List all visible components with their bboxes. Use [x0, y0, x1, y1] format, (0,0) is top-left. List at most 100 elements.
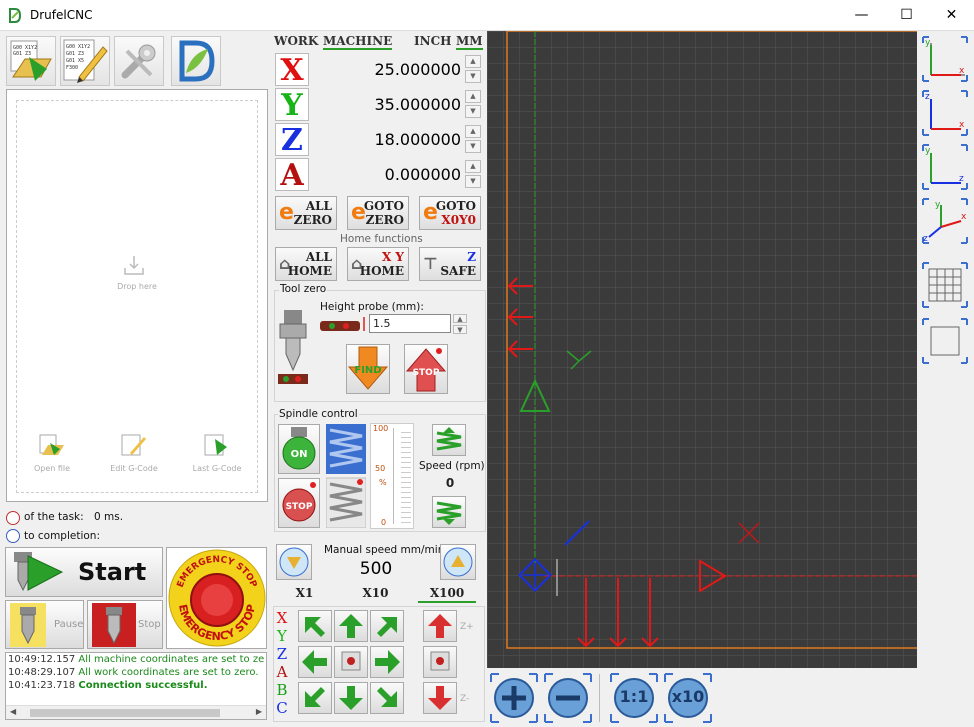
svg-text:x: x [961, 212, 967, 222]
axis-y-up-button[interactable]: ▲ [465, 90, 481, 103]
axis-a-letter[interactable]: A [275, 158, 309, 192]
height-probe-input[interactable]: 1.5 [369, 314, 451, 333]
axis-a-down-button[interactable]: ▼ [465, 175, 481, 188]
jog-axis-z[interactable]: Z [274, 645, 290, 663]
find-probe-button[interactable]: FIND [346, 344, 390, 394]
edit-gcode-button[interactable]: G00 X1Y2 G01 Z3 G01 X5 F300 [60, 36, 110, 86]
mm-unit-tab[interactable]: MM [456, 34, 483, 50]
axis-a-up-button[interactable]: ▲ [465, 160, 481, 173]
open-file-small-icon[interactable] [38, 433, 66, 457]
grid-toggle-icon[interactable] [921, 261, 969, 309]
jog-axis-letters: X Y Z A B C [274, 609, 290, 717]
jog-right-button[interactable] [370, 646, 404, 678]
z-safe-button[interactable]: ⊤ Z SAFE [419, 247, 481, 281]
jog-axis-x[interactable]: X [274, 609, 290, 627]
machine-coords-tab[interactable]: MACHINE [323, 34, 393, 50]
zoom-in-icon[interactable] [487, 670, 541, 726]
jog-down-button[interactable] [334, 682, 368, 714]
multiplier-x100-button[interactable]: X100 [418, 586, 476, 603]
pause-button[interactable]: Pause [5, 600, 84, 649]
spindle-speed-up-button[interactable] [432, 424, 466, 456]
edit-gcode-small-icon[interactable] [120, 433, 148, 457]
inch-unit-tab[interactable]: INCH [414, 34, 451, 48]
goto-zero-button[interactable]: e GOTO ZERO [347, 196, 409, 230]
scale-pct-label: % [379, 478, 387, 487]
maximize-button[interactable]: ☐ [884, 0, 929, 31]
jog-axis-a[interactable]: A [274, 663, 290, 681]
open-file-button[interactable]: G00 X1Y2 G01 Z3 [6, 36, 56, 86]
jog-up-button[interactable] [334, 610, 368, 642]
emergency-stop-button[interactable]: EMERGENCY STOP EMERGENCY STOP [166, 547, 267, 649]
view-isometric-icon[interactable]: y x z [921, 197, 969, 245]
find-arrow-icon: FIND [347, 346, 389, 390]
title-bar: DrufelCNC — ☐ ✕ [0, 0, 974, 31]
completion-label: to completion: [24, 530, 100, 542]
edit-gcode-label[interactable]: Edit G-Code [99, 464, 169, 473]
minimize-button[interactable]: — [839, 0, 884, 31]
jog-axis-c[interactable]: C [274, 699, 290, 717]
work-coords-tab[interactable]: WORK [274, 34, 318, 48]
message-log[interactable]: 10:49:12.157 All machine coordinates are… [5, 652, 267, 720]
last-gcode-label[interactable]: Last G-Code [182, 464, 252, 473]
goto-x0y0-button[interactable]: e GOTO X0Y0 [419, 196, 481, 230]
log-line: 10:48:29.107 All work coordinates are se… [8, 667, 259, 678]
toolpath-canvas[interactable] [487, 31, 917, 668]
jog-up-left-button[interactable] [298, 610, 332, 642]
zoom-1-1-button[interactable]: 1:1 [607, 670, 661, 726]
axis-y-down-button[interactable]: ▼ [465, 105, 481, 118]
open-file-label[interactable]: Open file [17, 464, 87, 473]
axis-x-letter[interactable]: X [275, 53, 309, 87]
jog-axis-y[interactable]: Y [274, 627, 290, 645]
spindle-speed-slider[interactable]: 100 50 % 0 [370, 423, 414, 529]
zoom-x10-button[interactable]: x10 [661, 670, 715, 726]
axis-z-letter[interactable]: Z [275, 123, 309, 157]
axis-z-up-button[interactable]: ▲ [465, 125, 481, 138]
about-button[interactable] [171, 36, 221, 86]
axis-x-up-button[interactable]: ▲ [465, 55, 481, 68]
last-gcode-small-icon[interactable] [203, 433, 231, 457]
xy-home-button[interactable]: ⌂ X Y HOME [347, 247, 409, 281]
manual-speed-up-button[interactable] [440, 544, 476, 580]
all-zero-button[interactable]: e ALL ZERO [275, 196, 337, 230]
goto-zero-icon: e [351, 200, 366, 225]
jog-up-right-button[interactable] [370, 610, 404, 642]
jog-down-right-button[interactable] [370, 682, 404, 714]
spindle-stop-button[interactable]: STOP [278, 478, 320, 528]
spindle-on-button[interactable]: ON [278, 424, 320, 474]
axis-z-down-button[interactable]: ▼ [465, 140, 481, 153]
multiplier-x1-button[interactable]: X1 [275, 586, 334, 603]
settings-button[interactable] [114, 36, 164, 86]
scroll-left-icon[interactable]: ◀ [10, 707, 16, 716]
file-drop-area[interactable]: Drop here Open file Edit G-Code Last G-C… [6, 89, 268, 502]
height-probe-down[interactable]: ▼ [453, 325, 467, 334]
manual-speed-down-button[interactable] [276, 544, 312, 580]
toolpath-view[interactable] [487, 31, 917, 668]
scroll-right-icon[interactable]: ▶ [256, 707, 262, 716]
jog-down-left-button[interactable] [298, 682, 332, 714]
edit-gcode-icon: G00 X1Y2 G01 Z3 G01 X5 F300 [63, 39, 108, 83]
jog-left-button[interactable] [298, 646, 332, 678]
zoom-out-icon[interactable] [541, 670, 595, 726]
view-xz-front-icon[interactable]: z x [921, 89, 969, 137]
view-xy-top-icon[interactable]: y x [921, 35, 969, 83]
stop-button[interactable]: Stop [87, 600, 163, 649]
multiplier-x10-button[interactable]: X10 [345, 586, 406, 603]
axis-y-letter[interactable]: Y [275, 88, 309, 122]
spindle-speed-down-button[interactable] [432, 496, 466, 528]
all-home-button[interactable]: ⌂ ALL HOME [275, 247, 337, 281]
log-scrollbar[interactable]: ◀ ▶ [6, 705, 266, 719]
start-button[interactable]: Start [5, 547, 163, 597]
scroll-thumb[interactable] [30, 709, 220, 717]
view-yz-side-icon[interactable]: y z [921, 143, 969, 191]
jog-axis-b[interactable]: B [274, 681, 290, 699]
stop-probe-button[interactable]: STOP [404, 344, 448, 394]
fit-view-icon[interactable] [921, 317, 969, 365]
jog-center-button[interactable] [334, 646, 368, 678]
axis-x-down-button[interactable]: ▼ [465, 70, 481, 83]
jog-z-center-button[interactable] [423, 646, 457, 678]
close-button[interactable]: ✕ [929, 0, 974, 31]
jog-z-plus-button[interactable] [423, 610, 457, 642]
jog-z-minus-button[interactable] [423, 682, 457, 714]
spindle-stop-icon: STOP [282, 482, 316, 522]
height-probe-up[interactable]: ▲ [453, 314, 467, 323]
